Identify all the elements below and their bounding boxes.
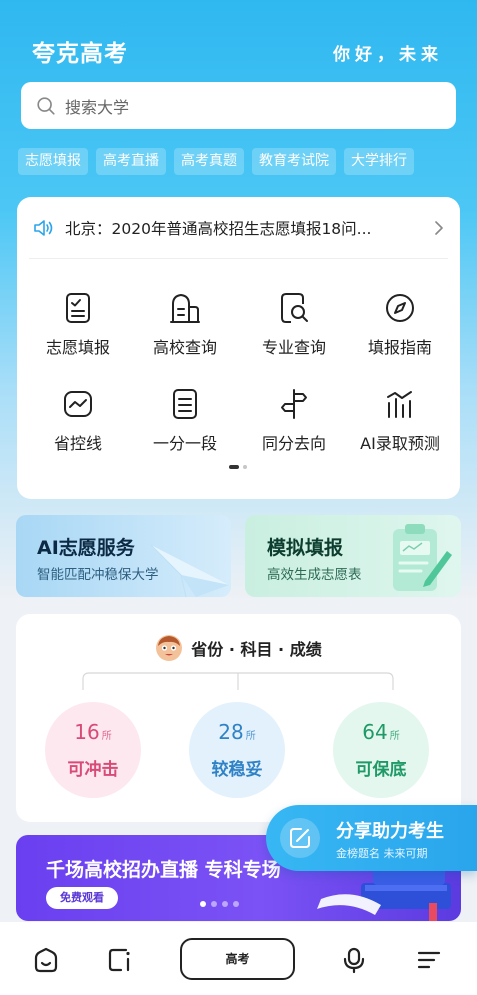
doc-search-icon: [281, 293, 308, 323]
grid-label: 一分一段: [152, 434, 217, 453]
search-input[interactable]: 搜索大学: [21, 82, 456, 129]
building-icon: [170, 293, 200, 323]
tier-label: 可保底: [355, 760, 407, 780]
chevron-right-icon: [435, 221, 443, 235]
tag-live[interactable]: 高考直播: [96, 148, 166, 175]
tier-count: 16 所: [74, 720, 112, 744]
header: 夸克高考 你好，未来: [0, 0, 477, 80]
tag-past-papers[interactable]: 高考真题: [174, 148, 244, 175]
grid-item-same-score[interactable]: 同分去向: [239, 387, 349, 454]
tier-reach[interactable]: 16 所 可冲击: [45, 702, 141, 798]
share-button[interactable]: 分享助力考生 金榜题名 未来可期: [266, 805, 477, 871]
banner-dot-active: [200, 901, 206, 907]
form-icon: [66, 293, 90, 323]
bracket-divider: [82, 672, 394, 690]
grid-label: 填报指南: [367, 338, 432, 357]
score-card[interactable]: 省份 · 科目 · 成绩 16 所 可冲击 28 所 较稳妥 64 所 可保底: [16, 614, 461, 822]
banner-dot: [233, 901, 239, 907]
tier-label: 可冲击: [67, 760, 119, 780]
search-placeholder: 搜索大学: [65, 97, 130, 117]
grid-item-major[interactable]: 专业查询: [239, 291, 349, 358]
grid-item-zhiyuan[interactable]: 志愿填报: [23, 291, 133, 358]
banner-dot: [222, 901, 228, 907]
pager-dot: [243, 465, 247, 469]
menu-icon[interactable]: [415, 946, 443, 974]
share-icon-wrap: [280, 818, 320, 858]
app-title: 夸克高考: [32, 41, 128, 67]
grid-item-province-line[interactable]: 省控线: [23, 387, 133, 454]
grid-label: 高校查询: [152, 338, 217, 357]
tag-zhiyuan[interactable]: 志愿填报: [18, 148, 88, 175]
microphone-icon[interactable]: [340, 946, 368, 974]
tier-label: 较稳妥: [211, 760, 263, 780]
signpost-icon: [281, 389, 307, 419]
tab-gaokao[interactable]: 高考: [180, 938, 295, 980]
score-card-title: 省份 · 科目 · 成绩: [191, 640, 322, 659]
share-title: 分享助力考生: [336, 821, 444, 842]
feature-card: 北京：2020年普通高校招生志愿填报18问... 志愿填报 高校查询 专业查询 …: [17, 197, 460, 499]
grid-label: 专业查询: [261, 338, 326, 357]
notice-bar[interactable]: 北京：2020年普通高校招生志愿填报18问...: [17, 197, 460, 259]
pager-dots: [229, 465, 247, 469]
grid-label: 省控线: [53, 434, 102, 453]
grid-label: 志愿填报: [45, 338, 110, 357]
bar-chart-icon: [387, 391, 412, 418]
banner-dot: [211, 901, 217, 907]
list-icon: [173, 389, 197, 419]
grid-label: 同分去向: [261, 434, 326, 453]
grid-item-ai-predict[interactable]: AI录取预测: [345, 387, 455, 454]
tier-count: 28 所: [218, 720, 256, 744]
tag-university-ranking[interactable]: 大学排行: [344, 148, 414, 175]
share-icon: [290, 828, 310, 848]
quick-tags: 志愿填报 高考直播 高考真题 教育考试院 大学排行: [18, 148, 414, 175]
tag-exam-institute[interactable]: 教育考试院: [252, 148, 336, 175]
watch-free-button[interactable]: 免费观看: [46, 887, 118, 909]
ai-service-subtitle: 智能匹配冲稳保大学: [37, 567, 159, 583]
score-card-header: 省份 · 科目 · 成绩: [16, 634, 461, 662]
banner-title: 千场高校招办直播 专科专场: [46, 859, 281, 881]
tier-count: 64 所: [362, 720, 400, 744]
mock-fill-subtitle: 高效生成志愿表: [267, 567, 362, 583]
clipboard-icon: [393, 524, 452, 591]
grid-item-university[interactable]: 高校查询: [130, 291, 240, 358]
tier-match[interactable]: 28 所 较稳妥: [189, 702, 285, 798]
ai-service-card[interactable]: AI志愿服务 智能匹配冲稳保大学: [16, 515, 231, 597]
tabs-icon[interactable]: [106, 946, 134, 974]
grid-item-guide[interactable]: 填报指南: [345, 291, 455, 358]
slogan: 你好，未来: [333, 45, 443, 65]
compass-icon: [386, 294, 414, 322]
bottom-tab-bar: 高考: [0, 922, 477, 995]
mock-fill-title: 模拟填报: [267, 537, 344, 559]
ai-service-title: AI志愿服务: [37, 537, 135, 559]
paper-plane-icon: [150, 544, 229, 597]
tier-safety[interactable]: 64 所 可保底: [333, 702, 429, 798]
mascot-avatar-icon: [156, 635, 183, 661]
banner-pager-dots: [200, 901, 239, 907]
mock-fill-card[interactable]: 模拟填报 高效生成志愿表: [245, 515, 461, 597]
share-subtitle: 金榜题名 未来可期: [336, 847, 428, 860]
notice-text: 北京：2020年普通高校招生志愿填报18问...: [65, 220, 372, 238]
home-icon[interactable]: [32, 946, 60, 974]
pager-dot-active: [229, 465, 239, 469]
grid-label: AI录取预测: [360, 434, 440, 453]
line-chart-icon: [64, 391, 92, 417]
speaker-icon: [34, 220, 53, 236]
search-icon: [37, 96, 55, 115]
grid-item-score-rank[interactable]: 一分一段: [130, 387, 240, 454]
